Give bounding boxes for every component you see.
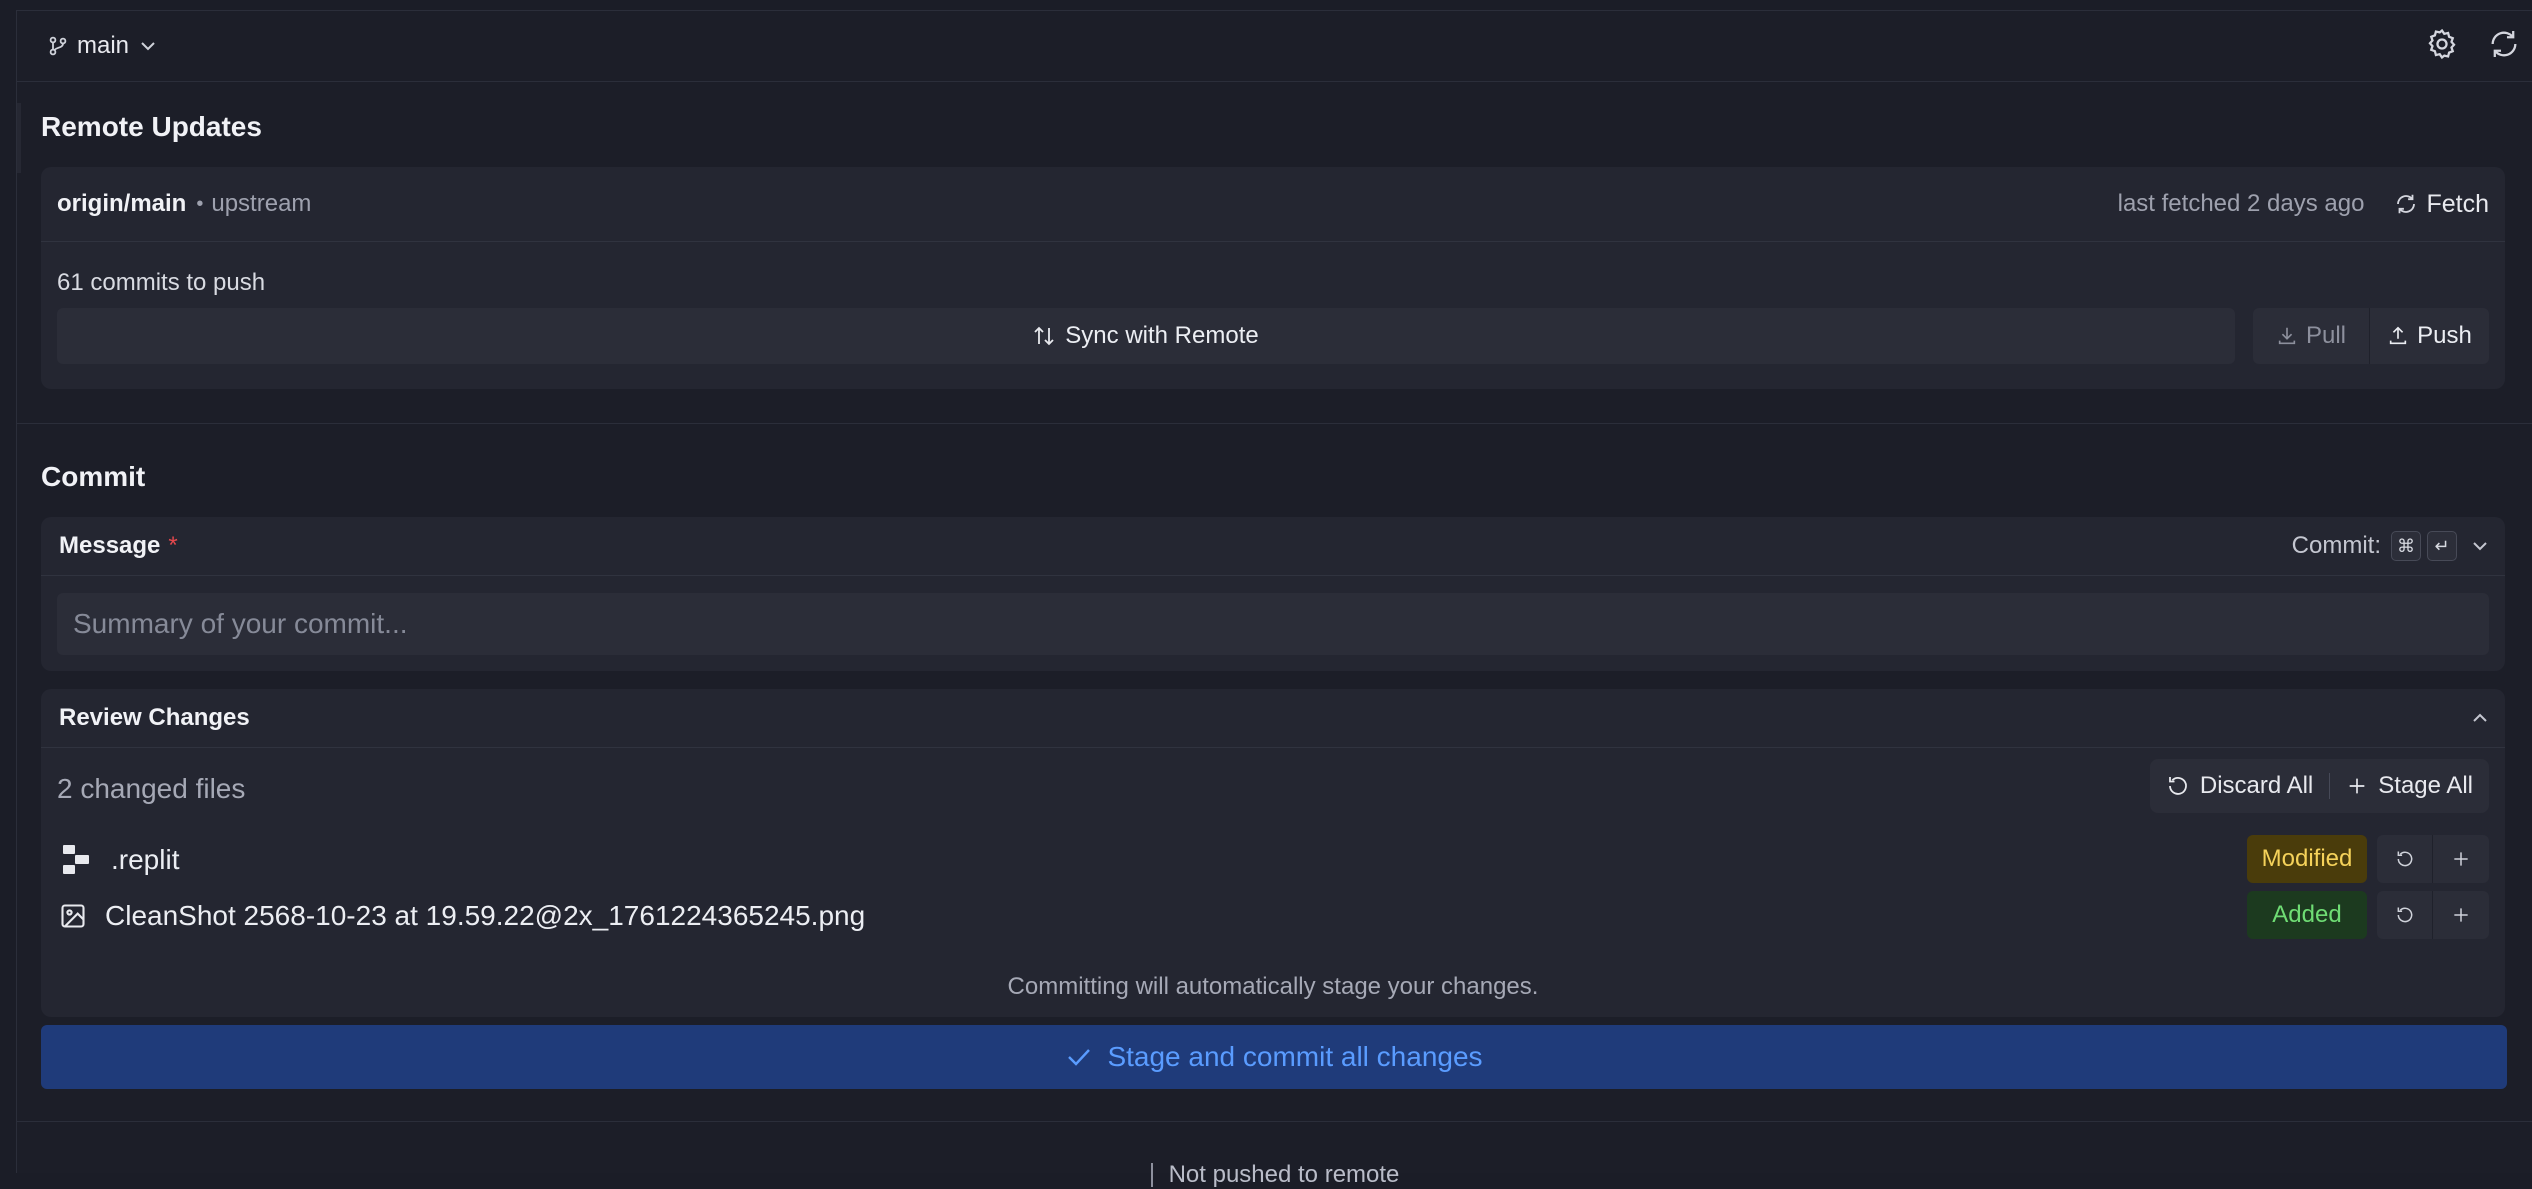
- pull-push-group: Pull Push: [2253, 308, 2489, 364]
- sync-label: Sync with Remote: [1065, 322, 1259, 349]
- sync-with-remote-button[interactable]: Sync with Remote: [57, 308, 2235, 364]
- chevron-down-icon: [139, 40, 157, 52]
- file-row[interactable]: .replit: [57, 835, 2489, 885]
- undo-icon: [2166, 774, 2190, 798]
- remote-header: origin/main • upstream last fetched 2 da…: [41, 167, 2505, 242]
- stage-file-button[interactable]: [2433, 905, 2488, 925]
- bulk-actions: Discard All Stage All: [2149, 759, 2489, 813]
- refresh-icon: [2394, 192, 2418, 216]
- stage-all-button[interactable]: Stage All: [2330, 772, 2489, 800]
- changed-files-count: 2 changed files: [57, 773, 246, 804]
- discard-all-label: Discard All: [2199, 772, 2314, 799]
- remote-card: origin/main • upstream last fetched 2 da…: [41, 167, 2505, 389]
- git-panel: main Remote Updates origin/main • upstre…: [16, 10, 2532, 1188]
- file-actions: [2377, 835, 2489, 883]
- remote-updates-title: Remote Updates: [41, 111, 262, 142]
- plus-icon: [2451, 905, 2471, 925]
- stage-and-commit-button[interactable]: Stage and commit all changes: [41, 1025, 2507, 1089]
- upstream-label: upstream: [211, 190, 312, 217]
- stage-and-commit-label: Stage and commit all changes: [1107, 1041, 1483, 1072]
- push-button[interactable]: Push: [2370, 308, 2489, 364]
- upload-icon: [2387, 325, 2409, 347]
- discard-file-button[interactable]: [2377, 849, 2432, 869]
- pull-button[interactable]: Pull: [2253, 308, 2369, 364]
- download-icon: [2276, 325, 2298, 347]
- arrows-up-down-icon: [1033, 324, 1055, 348]
- push-label: Push: [2417, 322, 2472, 349]
- branch-name: main: [77, 32, 130, 59]
- commit-message-input[interactable]: [57, 593, 2489, 655]
- file-name: CleanShot 2568-10-23 at 19.59.22@2x_1761…: [105, 900, 866, 931]
- undo-icon: [2395, 905, 2415, 925]
- stage-file-button[interactable]: [2433, 849, 2488, 869]
- file-name: .replit: [111, 844, 180, 875]
- fetch-button[interactable]: Fetch: [2394, 190, 2489, 219]
- remote-branch: origin/main: [57, 190, 187, 217]
- commits-to-push: 61 commits to push: [57, 269, 266, 296]
- message-label: Message: [59, 532, 161, 559]
- review-changes-card: Review Changes 2 changed files Discard A…: [41, 689, 2505, 1017]
- separator-dot: •: [196, 192, 204, 215]
- replit-icon: [63, 845, 91, 875]
- stage-all-label: Stage All: [2378, 772, 2473, 799]
- review-changes-header[interactable]: Review Changes: [41, 689, 2505, 748]
- check-icon: [1065, 1045, 1093, 1069]
- gear-icon[interactable]: [2425, 27, 2459, 61]
- plus-icon: [2346, 775, 2368, 797]
- status-badge-modified: Modified: [2247, 835, 2367, 883]
- discard-file-button[interactable]: [2377, 905, 2432, 925]
- chevron-up-icon[interactable]: [2471, 712, 2489, 724]
- section-divider: [17, 423, 2532, 424]
- auto-stage-note: Committing will automatically stage your…: [1007, 973, 1539, 1000]
- last-fetched: last fetched 2 days ago: [2117, 190, 2365, 217]
- undo-icon: [2395, 849, 2415, 869]
- image-file-icon: [59, 902, 87, 930]
- git-branch-icon: [49, 36, 67, 56]
- discard-all-button[interactable]: Discard All: [2150, 772, 2329, 800]
- plus-icon: [2451, 849, 2471, 869]
- top-bar: main: [17, 11, 2532, 82]
- branch-selector[interactable]: main: [49, 32, 157, 60]
- push-status-footer: Not pushed to remote: [17, 1161, 2532, 1189]
- required-mark: *: [168, 532, 178, 559]
- file-actions: [2377, 891, 2489, 939]
- message-card: Message * Commit: ⌘ ↵: [41, 517, 2505, 671]
- section-divider: [17, 1121, 2532, 1122]
- commit-title: Commit: [41, 461, 146, 492]
- status-badge-added: Added: [2247, 891, 2367, 939]
- chevron-down-icon[interactable]: [2471, 540, 2489, 552]
- file-row[interactable]: CleanShot 2568-10-23 at 19.59.22@2x_1761…: [57, 891, 2489, 941]
- cmd-key: ⌘: [2391, 531, 2421, 561]
- refresh-icon[interactable]: [2487, 27, 2521, 61]
- review-changes-title: Review Changes: [59, 704, 250, 731]
- pull-label: Pull: [2305, 322, 2347, 349]
- push-status: Not pushed to remote: [1168, 1161, 1400, 1188]
- commit-shortcut-label: Commit:: [2291, 532, 2381, 559]
- left-edge-strip: [17, 103, 21, 173]
- fetch-label: Fetch: [2426, 189, 2489, 218]
- message-header: Message * Commit: ⌘ ↵: [41, 517, 2505, 576]
- timeline-line: [1150, 1163, 1153, 1187]
- enter-key: ↵: [2427, 531, 2457, 561]
